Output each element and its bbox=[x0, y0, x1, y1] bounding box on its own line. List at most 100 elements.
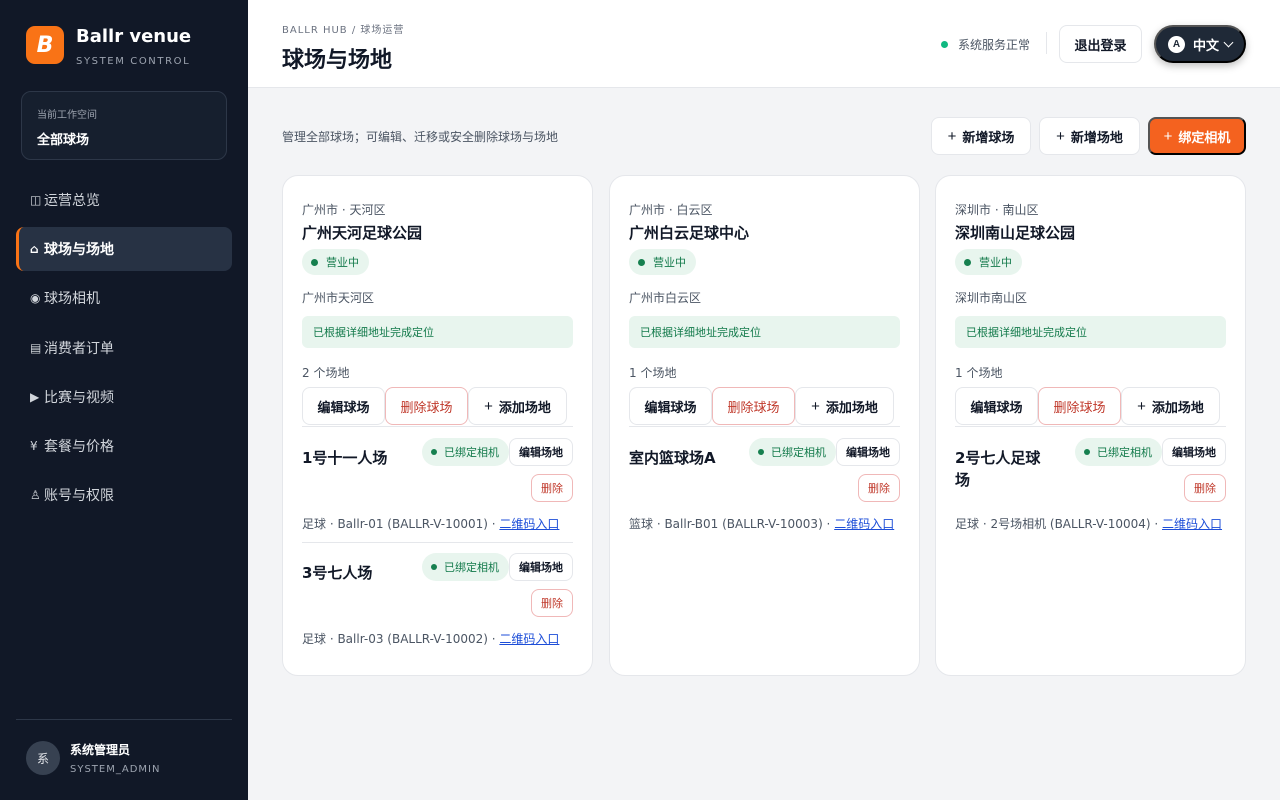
delete-field-button[interactable]: 删除 bbox=[1184, 474, 1226, 502]
sidebar-item-2[interactable]: ◉ 球场相机 bbox=[16, 276, 232, 320]
delete-stadium-button[interactable]: 删除球场 bbox=[712, 387, 795, 425]
brand-logo: B bbox=[26, 26, 64, 64]
orders-icon: ▤ bbox=[30, 340, 42, 355]
dashboard-icon: ◫ bbox=[30, 193, 42, 207]
brand-name: Ballr venue bbox=[76, 26, 192, 47]
top-header: BALLR HUB / 球场运营 球场与场地 系统服务正常 退出登录 A 中文 bbox=[248, 0, 1280, 88]
card-divider bbox=[629, 426, 900, 427]
stadium-region: 深圳市 · 南山区 bbox=[955, 203, 1039, 217]
add-field-label: 添加场地 bbox=[498, 399, 551, 415]
qr-entry-link[interactable]: 二维码入口 bbox=[499, 632, 559, 646]
language-icon: A bbox=[1168, 35, 1185, 53]
delete-field-button[interactable]: 删除 bbox=[858, 474, 900, 502]
sidebar-item-label: 套餐与价格 bbox=[44, 438, 114, 455]
plus-icon: + bbox=[947, 127, 957, 145]
logout-button[interactable]: 退出登录 bbox=[1059, 25, 1142, 63]
field-name: 3号七人场 bbox=[302, 564, 373, 582]
add-field-button[interactable]: + 添加场地 bbox=[795, 387, 894, 425]
language-switcher[interactable]: A 中文 bbox=[1154, 25, 1246, 63]
field-meta: 篮球 · Ballr-B01 (BALLR-V-10003) · 二维码入口 bbox=[629, 513, 900, 535]
card-divider bbox=[302, 426, 573, 427]
delete-stadium-button[interactable]: 删除球场 bbox=[385, 387, 468, 425]
open-status-badge: 营业中 bbox=[955, 249, 1022, 275]
add-field-label: 添加场地 bbox=[1151, 399, 1204, 415]
sidebar-item-label: 运营总览 bbox=[44, 193, 100, 209]
location-status: 已根据详细地址完成定位 bbox=[629, 316, 900, 348]
stadium-address: 广州市天河区 bbox=[302, 291, 375, 305]
field-count: 1 个场地 bbox=[955, 366, 1003, 380]
field-name: 2号七人足球场 bbox=[955, 449, 1041, 489]
qr-entry-link[interactable]: 二维码入口 bbox=[834, 517, 894, 531]
add-field-button[interactable]: + 添加场地 bbox=[468, 387, 567, 425]
camera-bound-badge: 已绑定相机 bbox=[1075, 438, 1162, 466]
camera-bound-text: 已绑定相机 bbox=[1097, 446, 1152, 459]
sidebar-item-4[interactable]: ▶ 比赛与视频 bbox=[16, 375, 232, 419]
card-divider bbox=[955, 426, 1226, 427]
status-dot-icon bbox=[964, 258, 971, 266]
edit-field-button[interactable]: 编辑场地 bbox=[509, 553, 573, 581]
location-status: 已根据详细地址完成定位 bbox=[302, 316, 573, 348]
system-status: 系统服务正常 bbox=[941, 36, 1030, 53]
delete-stadium-button[interactable]: 删除球场 bbox=[1038, 387, 1121, 425]
page-description: 管理全部球场；可编辑、迁移或安全删除球场与场地 bbox=[282, 130, 559, 144]
breadcrumb: BALLR HUB / 球场运营 bbox=[282, 25, 405, 36]
camera-bound-badge: 已绑定相机 bbox=[422, 438, 509, 466]
status-text: 系统服务正常 bbox=[958, 38, 1031, 52]
bind-camera-label: 绑定相机 bbox=[1178, 129, 1231, 145]
add-field-button[interactable]: + 新增场地 bbox=[1039, 117, 1140, 155]
add-stadium-label: 新增球场 bbox=[962, 129, 1015, 145]
sidebar-item-1[interactable]: ⌂ 球场与场地 bbox=[16, 227, 232, 272]
camera-bound-badge: 已绑定相机 bbox=[422, 553, 509, 581]
status-dot-icon bbox=[941, 41, 948, 48]
sidebar-item-5[interactable]: ¥ 套餐与价格 bbox=[16, 424, 232, 468]
edit-stadium-button[interactable]: 编辑球场 bbox=[629, 387, 712, 425]
user-icon: ♙ bbox=[30, 488, 41, 503]
edit-field-button[interactable]: 编辑场地 bbox=[509, 438, 573, 466]
avatar: 系 bbox=[26, 741, 60, 775]
status-dot-icon bbox=[431, 564, 437, 570]
sidebar-item-label: 比赛与视频 bbox=[44, 389, 114, 406]
page-title: 球场与场地 bbox=[282, 48, 393, 73]
sidebar-item-6[interactable]: ♙ 账号与权限 bbox=[16, 473, 232, 517]
field-name: 室内篮球场A bbox=[629, 449, 716, 467]
yen-icon: ¥ bbox=[30, 438, 38, 453]
edit-field-button[interactable]: 编辑场地 bbox=[1162, 438, 1226, 466]
add-stadium-button[interactable]: + 新增球场 bbox=[931, 117, 1031, 155]
edit-stadium-button[interactable]: 编辑球场 bbox=[302, 387, 385, 425]
camera-bound-text: 已绑定相机 bbox=[771, 446, 826, 459]
sidebar-nav: ◫ 运营总览 ⌂ 球场与场地 ◉ 球场相机 ▤ 消费者订单 ▶ 比赛与视频 ¥ 套餐与价格 ♙ 账号与权限 bbox=[16, 178, 232, 522]
field-meta: 足球 · Ballr-01 (BALLR-V-10001) · 二维码入口 bbox=[302, 513, 573, 535]
sidebar-item-label: 球场相机 bbox=[44, 291, 100, 308]
location-status: 已根据详细地址完成定位 bbox=[955, 316, 1226, 348]
delete-field-button[interactable]: 删除 bbox=[531, 589, 573, 617]
qr-entry-link[interactable]: 二维码入口 bbox=[499, 517, 559, 531]
brand-subtitle: SYSTEM CONTROL bbox=[76, 56, 191, 67]
stadium-address: 广州市白云区 bbox=[629, 291, 702, 305]
stadium-actions: 编辑球场 删除球场 + 添加场地 bbox=[302, 387, 567, 425]
workspace-selector[interactable]: 当前工作空间 全部球场 bbox=[21, 91, 227, 160]
delete-field-button[interactable]: 删除 bbox=[531, 474, 573, 502]
add-field-button[interactable]: + 添加场地 bbox=[1121, 387, 1220, 425]
edit-stadium-button[interactable]: 编辑球场 bbox=[955, 387, 1038, 425]
qr-entry-link[interactable]: 二维码入口 bbox=[1162, 517, 1222, 531]
field-count: 2 个场地 bbox=[302, 366, 350, 380]
field-count: 1 个场地 bbox=[629, 366, 677, 380]
sidebar-item-3[interactable]: ▤ 消费者订单 bbox=[16, 326, 232, 370]
stadium-actions: 编辑球场 删除球场 + 添加场地 bbox=[629, 387, 894, 425]
edit-field-button[interactable]: 编辑场地 bbox=[836, 438, 900, 466]
plus-icon: + bbox=[811, 397, 820, 415]
status-dot-icon bbox=[758, 449, 764, 455]
field-meta-text: 足球 · Ballr-01 (BALLR-V-10001) · bbox=[302, 517, 500, 531]
sidebar-item-label: 消费者订单 bbox=[44, 340, 114, 357]
stadium-card: 广州市 · 天河区 广州天河足球公园 营业中 广州市天河区 已根据详细地址完成定位 2 个… bbox=[282, 175, 593, 676]
sidebar-item-0[interactable]: ◫ 运营总览 bbox=[16, 178, 232, 222]
field-meta-text: 篮球 · Ballr-B01 (BALLR-V-10003) · bbox=[629, 517, 835, 531]
camera-bound-badge: 已绑定相机 bbox=[749, 438, 836, 466]
status-dot-icon bbox=[431, 449, 437, 455]
status-dot-icon bbox=[638, 258, 645, 266]
plus-icon: + bbox=[1137, 397, 1146, 415]
sidebar: B Ballr venue SYSTEM CONTROL 当前工作空间 全部球场… bbox=[0, 0, 248, 800]
bind-camera-button[interactable]: + 绑定相机 bbox=[1148, 117, 1246, 155]
user-profile[interactable]: 系 系统管理员 SYSTEM_ADMIN bbox=[26, 741, 160, 775]
plus-icon: + bbox=[484, 397, 493, 415]
